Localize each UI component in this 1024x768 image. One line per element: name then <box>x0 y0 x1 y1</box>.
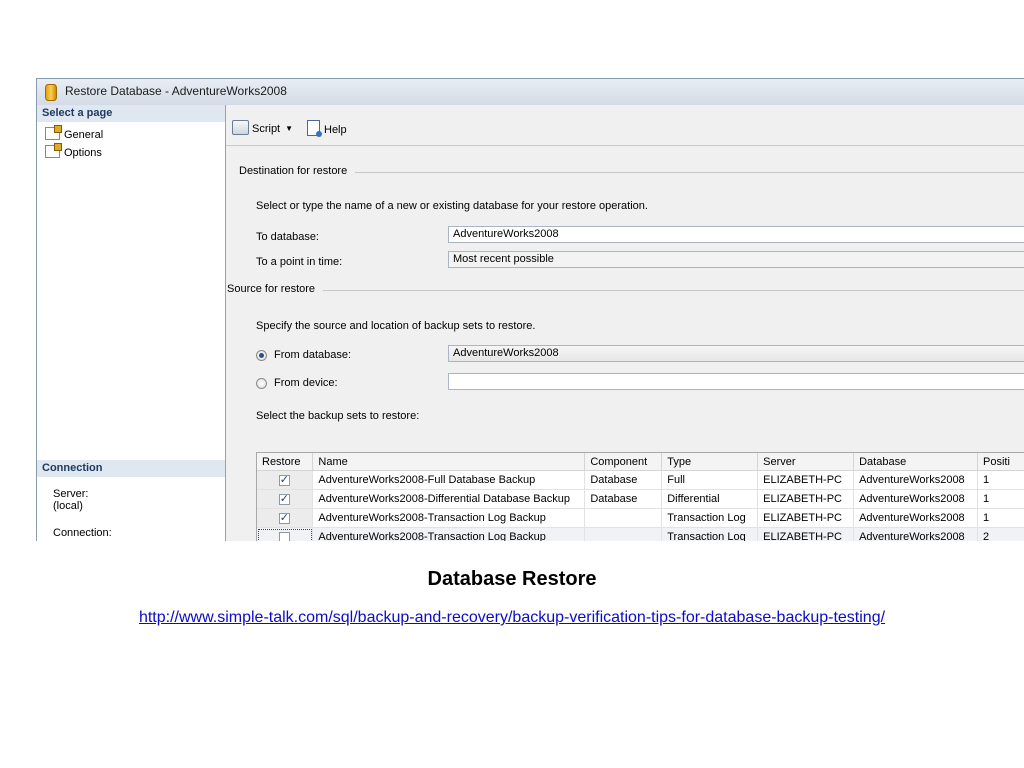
source-divider <box>246 290 1024 291</box>
destination-divider <box>246 172 1024 173</box>
table-row[interactable]: AdventureWorks2008-Transaction Log Backu… <box>257 527 1024 541</box>
destination-group-title: Destination for restore <box>239 165 356 177</box>
backup-sets-grid: Restore Name Component Type Server Datab… <box>256 452 1024 541</box>
database-cell: AdventureWorks2008 <box>853 470 979 490</box>
server-label: Server: <box>53 488 89 500</box>
from-device-input[interactable] <box>448 373 1024 390</box>
restore-checkbox[interactable] <box>278 511 290 524</box>
page-item-options[interactable]: Options <box>45 143 102 161</box>
restore-cell[interactable] <box>257 508 314 528</box>
script-button[interactable]: Script ▼ <box>232 120 293 135</box>
backup-sets-table: Restore Name Component Type Server Datab… <box>257 453 1024 541</box>
page-item-label: Options <box>64 147 102 159</box>
component-cell: Database <box>584 470 663 490</box>
component-cell <box>584 508 663 528</box>
select-page-header: Select a page <box>37 105 225 122</box>
to-database-input[interactable]: AdventureWorks2008 <box>448 226 1024 243</box>
window-title: Restore Database - AdventureWorks2008 <box>65 84 287 98</box>
position-cell: 1 <box>977 508 1024 528</box>
server-cell: ELIZABETH-PC <box>757 508 855 528</box>
dropdown-arrow-icon[interactable]: ▼ <box>285 124 293 133</box>
type-cell: Differential <box>661 489 759 509</box>
slide-caption: Database Restore <box>427 568 597 590</box>
point-in-time-field[interactable]: Most recent possible <box>448 251 1024 268</box>
column-header-type[interactable]: Type <box>661 453 759 471</box>
server-value: (local) <box>53 500 83 512</box>
column-header-position[interactable]: Positi <box>977 453 1024 471</box>
help-icon <box>307 120 322 137</box>
type-cell: Transaction Log <box>661 508 759 528</box>
source-url-link[interactable]: http://www.simple-talk.com/sql/backup-an… <box>139 609 885 626</box>
column-header-name[interactable]: Name <box>312 453 586 471</box>
database-cell: AdventureWorks2008 <box>853 489 979 509</box>
connection-label: Connection: <box>53 527 112 539</box>
server-cell: ELIZABETH-PC <box>757 470 855 490</box>
table-header-row: Restore Name Component Type Server Datab… <box>257 453 1024 471</box>
database-cell: AdventureWorks2008 <box>853 508 979 528</box>
component-cell: Database <box>584 489 663 509</box>
restore-cell[interactable] <box>257 489 314 509</box>
database-icon <box>45 84 57 101</box>
component-cell <box>584 527 663 541</box>
position-cell: 2 <box>977 527 1024 541</box>
position-cell: 1 <box>977 489 1024 509</box>
source-group-title: Source for restore <box>226 283 324 295</box>
from-device-radio[interactable] <box>256 378 267 389</box>
restore-checkbox[interactable] <box>278 492 290 505</box>
help-button[interactable]: Help <box>307 120 347 137</box>
restore-cell[interactable] <box>257 470 314 490</box>
source-link: http://www.simple-talk.com/sql/backup-an… <box>0 609 1024 627</box>
page-properties-icon <box>45 143 62 158</box>
backup-name-cell: AdventureWorks2008-Transaction Log Backu… <box>312 527 586 541</box>
backup-name-cell: AdventureWorks2008-Full Database Backup <box>312 470 586 490</box>
type-cell: Transaction Log <box>661 527 759 541</box>
script-icon <box>232 120 249 135</box>
backup-name-cell: AdventureWorks2008-Transaction Log Backu… <box>312 508 586 528</box>
to-database-label: To database: <box>256 231 319 243</box>
table-row[interactable]: AdventureWorks2008-Differential Database… <box>257 489 1024 509</box>
right-pane: Script ▼ Help Destination for restore Sel… <box>226 105 1024 541</box>
help-label: Help <box>324 124 347 136</box>
table-row[interactable]: AdventureWorks2008-Full Database Backup … <box>257 470 1024 490</box>
source-instruction: Specify the source and location of backu… <box>256 320 536 332</box>
server-cell: ELIZABETH-PC <box>757 527 855 541</box>
column-header-database[interactable]: Database <box>853 453 979 471</box>
database-cell: AdventureWorks2008 <box>853 527 979 541</box>
backup-sets-label: Select the backup sets to restore: <box>256 410 420 422</box>
backup-name-cell: AdventureWorks2008-Differential Database… <box>312 489 586 509</box>
page-item-general[interactable]: General <box>45 125 104 143</box>
position-cell: 1 <box>977 470 1024 490</box>
column-header-server[interactable]: Server <box>757 453 855 471</box>
from-device-label: From device: <box>274 377 338 389</box>
left-pane: Select a page General Options Connection… <box>37 105 226 541</box>
destination-instruction: Select or type the name of a new or exis… <box>256 200 648 212</box>
type-cell: Full <box>661 470 759 490</box>
connection-header: Connection <box>37 460 225 477</box>
page-item-label: General <box>64 129 104 141</box>
from-database-label: From database: <box>274 349 352 361</box>
toolbar: Script ▼ Help <box>226 105 1024 146</box>
point-in-time-label: To a point in time: <box>256 256 343 268</box>
restore-checkbox[interactable] <box>278 473 290 486</box>
column-header-restore[interactable]: Restore <box>257 453 314 471</box>
restore-database-window: Restore Database - AdventureWorks2008 Se… <box>36 78 1024 541</box>
column-header-component[interactable]: Component <box>584 453 663 471</box>
table-row[interactable]: AdventureWorks2008-Transaction Log Backu… <box>257 508 1024 528</box>
page-properties-icon <box>45 125 62 140</box>
restore-cell[interactable] <box>257 527 314 541</box>
server-cell: ELIZABETH-PC <box>757 489 855 509</box>
script-label: Script <box>252 123 281 135</box>
title-bar: Restore Database - AdventureWorks2008 <box>37 79 1024 106</box>
from-database-radio[interactable] <box>256 350 267 361</box>
restore-checkbox[interactable] <box>278 531 290 541</box>
from-database-dropdown[interactable]: AdventureWorks2008 <box>448 345 1024 362</box>
